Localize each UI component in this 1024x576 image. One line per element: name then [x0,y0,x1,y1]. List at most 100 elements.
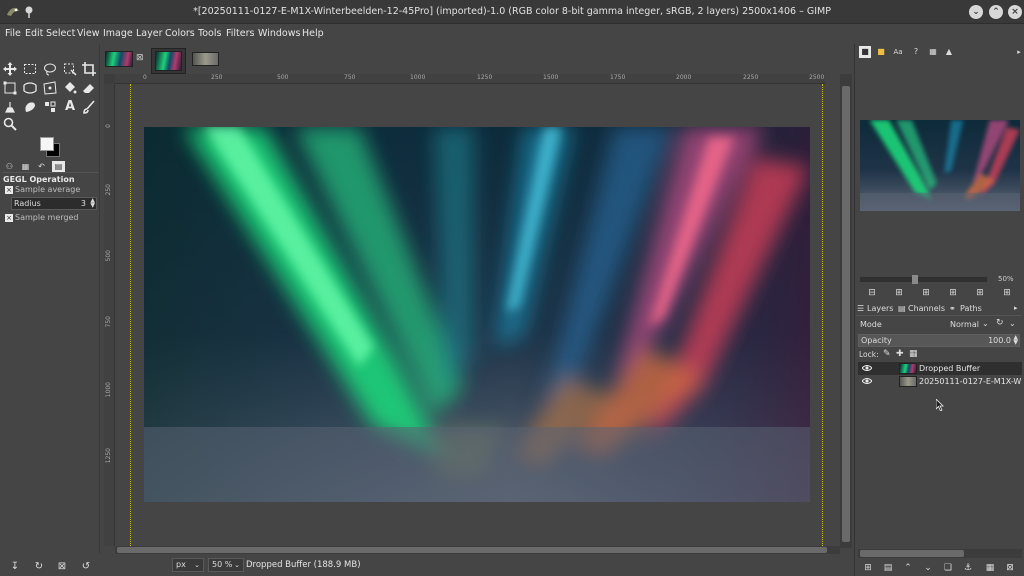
minimize-button[interactable]: ⌄ [969,5,983,19]
ruler-corner[interactable] [104,74,115,84]
gradient-tab-icon[interactable]: ▲ [943,46,955,58]
radius-spinner[interactable]: Radius 3 ▲ ▼ [11,197,97,210]
close-tab-icon[interactable]: ⊠ [136,53,144,63]
tab-channels[interactable]: Channels [908,304,945,313]
spinner-arrows-icon[interactable]: ▲ ▼ [1013,335,1018,346]
sample-average-checkbox[interactable]: × [5,186,13,194]
paintbrush-icon[interactable] [81,99,97,115]
paths-tab-icon[interactable]: ⚭ [949,304,956,313]
fuzzy-select-icon[interactable] [62,61,78,77]
zoom-slider-handle[interactable] [912,275,918,284]
horizontal-ruler[interactable]: 0 250 500 750 1000 1250 1500 1750 2000 2… [115,74,825,84]
menu-windows[interactable]: Windows [258,28,300,39]
zoom-select[interactable]: 50 % ⌄ [208,558,244,572]
tab-paths[interactable]: Paths [960,304,982,313]
layers-horizontal-scrollbar[interactable] [858,549,1022,558]
tool-options-tab-icon[interactable]: ⚇ [3,161,16,172]
canvas-vertical-scrollbar[interactable] [840,74,852,548]
lock-position-icon[interactable]: ✚ [896,349,904,359]
image-tab-1[interactable]: ⊠ [102,48,150,74]
zoom-fit-icon[interactable]: ⊞ [948,288,958,298]
menu-select[interactable]: Select [46,28,75,39]
mode-select[interactable]: Normal [950,320,979,329]
eye-icon[interactable] [862,376,872,386]
maximize-button[interactable]: ⌃ [989,5,1003,19]
delete-tool-preset-icon[interactable]: ⊠ [57,562,67,572]
paint-bucket-icon[interactable] [62,80,78,96]
lasso-icon[interactable] [42,61,58,77]
rect-select-icon[interactable] [22,61,38,77]
zoom-one-icon[interactable]: ⊞ [921,288,931,298]
layer-name[interactable]: 20250111-0127-E-M1X-Winterbeelden-12-45P… [919,377,1021,386]
reset-mode-icon[interactable]: ↻ [996,318,1004,328]
menu-colors[interactable]: Colors [165,28,195,39]
layer-row[interactable]: Dropped Buffer [858,362,1022,375]
warp-icon[interactable] [22,80,38,96]
zoom-out-icon[interactable]: ⊟ [867,288,877,298]
unified-transform-icon[interactable] [2,80,18,96]
restore-tool-preset-icon[interactable]: ↻ [34,562,44,572]
scrollbar-thumb[interactable] [842,86,850,542]
navigation-tab-icon[interactable]: ■ [859,46,871,58]
layer-row[interactable]: 20250111-0127-E-M1X-Winterbeelden-12-45P… [858,375,1022,388]
menu-edit[interactable]: Edit [25,28,43,39]
close-button[interactable]: × [1008,5,1022,19]
lock-pixels-icon[interactable]: ✎ [883,349,891,359]
opacity-slider[interactable]: Opacity 100.0 ▲ ▼ [858,334,1020,347]
save-tool-preset-icon[interactable]: ↧ [10,562,20,572]
device-status-tab-icon[interactable]: ▦ [19,161,32,172]
menu-tools[interactable]: Tools [198,28,221,39]
new-layer-group-icon[interactable]: ▤ [883,563,893,573]
cage-icon[interactable] [42,80,58,96]
patterns-tab-icon[interactable]: ▦ [927,46,939,58]
dock-menu-icon[interactable]: ▸ [1014,304,1018,312]
eye-icon[interactable] [862,363,872,373]
zoom-slider-track[interactable] [860,277,987,282]
undo-history-tab-icon[interactable]: ↶ [35,161,48,172]
spinner-arrows-icon[interactable]: ▲ ▼ [90,198,95,209]
fonts-tab-icon[interactable]: Aa [892,46,904,58]
crop-icon[interactable] [81,61,97,77]
sample-merged-checkbox[interactable]: × [5,214,13,222]
new-layer-icon[interactable]: ⊞ [863,563,873,573]
anchor-layer-icon[interactable]: ⚓ [963,563,973,573]
vertical-ruler[interactable]: 0 250 500 750 1000 1250 [104,84,115,546]
lower-layer-icon[interactable]: ⌄ [923,563,933,573]
canvas-horizontal-scrollbar[interactable] [115,546,840,554]
channels-tab-icon[interactable]: ▤ [898,304,906,313]
image-tab-3[interactable] [189,48,223,74]
shrink-wrap-icon[interactable]: ⊞ [1002,288,1012,298]
tab-layers[interactable]: Layers [867,304,893,313]
zoom-icon[interactable] [2,116,18,132]
mask-layer-icon[interactable]: ▦ [985,563,995,573]
menu-image[interactable]: Image [103,28,133,39]
scrollbar-thumb[interactable] [117,547,827,553]
navigation-preview[interactable] [860,120,1020,211]
scrollbar-thumb[interactable] [860,550,964,557]
menu-file[interactable]: File [5,28,21,39]
dodge-icon[interactable] [42,99,58,115]
foreground-color-swatch[interactable] [40,137,54,151]
image-tab-2-active[interactable] [151,48,186,74]
unit-select[interactable]: px ⌄ [172,558,204,572]
clone-icon[interactable] [2,99,18,115]
chevron-down-icon[interactable]: ⌄ [982,319,989,328]
raise-layer-icon[interactable]: ⌃ [903,563,913,573]
duplicate-layer-icon[interactable]: ❏ [943,563,953,573]
smudge-icon[interactable] [22,99,38,115]
layers-tab-icon[interactable]: ☰ [857,304,864,313]
images-tab-icon[interactable]: ▤ [52,161,65,172]
brushes-tab-icon[interactable]: ■ [875,46,887,58]
zoom-fill-icon[interactable]: ⊞ [975,288,985,298]
zoom-in-icon[interactable]: ⊞ [894,288,904,298]
aurora-image[interactable] [144,127,810,502]
menu-help[interactable]: Help [302,28,324,39]
move-icon[interactable] [2,61,18,77]
menu-view[interactable]: View [77,28,100,39]
lock-alpha-icon[interactable]: ▦ [909,349,918,359]
reset-tool-options-icon[interactable]: ↺ [81,562,91,572]
menu-layer[interactable]: Layer [136,28,163,39]
help-tab-icon[interactable]: ? [910,46,922,58]
delete-layer-icon[interactable]: ⊠ [1005,563,1015,573]
dock-menu-icon[interactable]: ▸ [1013,46,1024,58]
